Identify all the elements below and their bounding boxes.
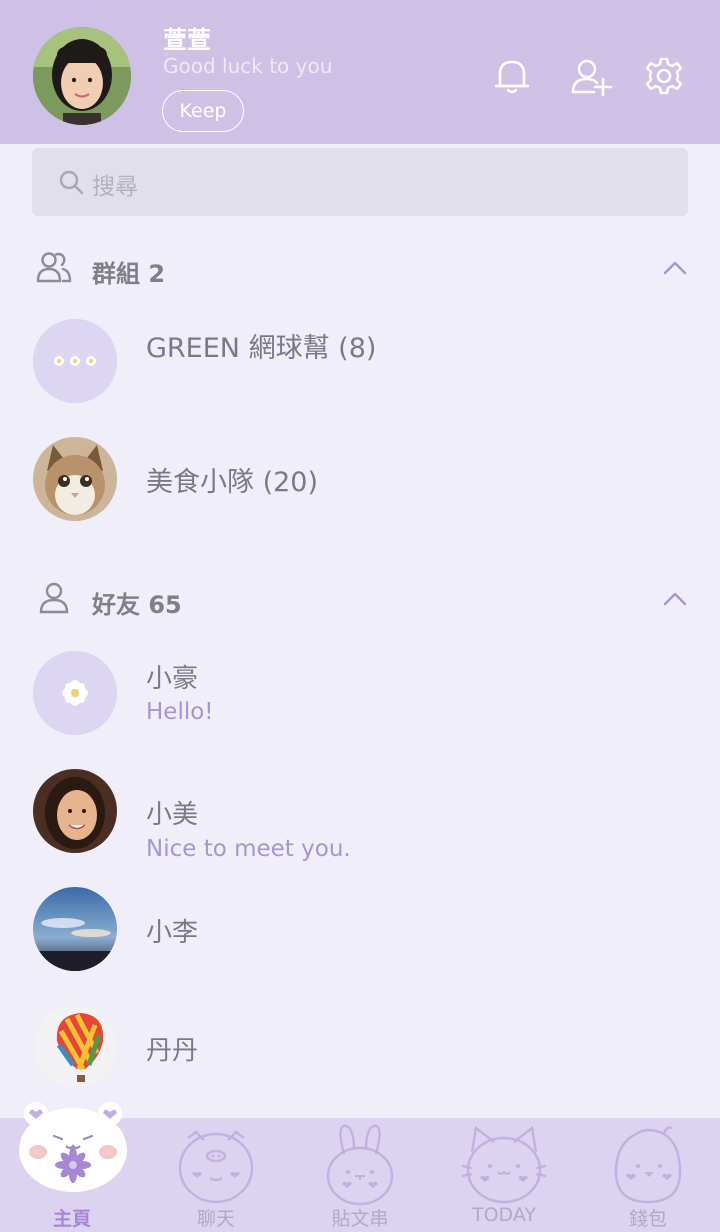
friend-row[interactable]: 小豪 Hello! bbox=[0, 638, 720, 748]
group-name: GREEN 網球幫 (8) bbox=[146, 333, 377, 364]
search-icon bbox=[59, 170, 84, 195]
friend-name: 小李 bbox=[146, 918, 199, 948]
rabbit-icon bbox=[326, 1124, 394, 1206]
profile-header: 萱萱 Good luck to you Keep bbox=[0, 0, 720, 144]
pig-icon bbox=[178, 1130, 254, 1204]
groups-section-label: 群組 2 bbox=[92, 260, 166, 288]
friend-status-message: Nice to meet you. bbox=[146, 836, 351, 862]
friend-flower-avatar bbox=[33, 651, 117, 735]
group-cat-avatar bbox=[33, 437, 117, 521]
tab-timeline[interactable]: 貼文串 bbox=[290, 1118, 430, 1232]
tab-home-label: 主頁 bbox=[52, 1208, 91, 1230]
friend-name: 小豪 bbox=[146, 664, 199, 694]
tab-wallet[interactable]: 錢包 bbox=[578, 1118, 718, 1232]
tab-today-label: TODAY bbox=[472, 1204, 536, 1226]
settings-icon[interactable] bbox=[643, 55, 685, 97]
friend-icon bbox=[39, 582, 69, 614]
friend-name: 丹丹 bbox=[146, 1036, 199, 1066]
bell-icon[interactable] bbox=[491, 55, 533, 97]
keep-button[interactable]: Keep bbox=[162, 90, 244, 132]
friend-name: 小美 bbox=[146, 800, 199, 830]
search-placeholder: 搜尋 bbox=[92, 174, 138, 200]
cat-icon bbox=[461, 1125, 547, 1204]
friend-row[interactable]: 小美 Nice to meet you. bbox=[0, 756, 720, 866]
profile-avatar[interactable] bbox=[33, 27, 131, 125]
add-friend-icon[interactable] bbox=[570, 55, 612, 97]
group-row[interactable]: 美食小隊 (20) bbox=[0, 424, 720, 534]
friend-sky-avatar bbox=[33, 887, 117, 971]
chevron-up-icon[interactable] bbox=[662, 258, 688, 278]
groups-section-header[interactable]: 群組 2 bbox=[36, 250, 688, 290]
bottom-tab-bar: 主頁 聊天 貼文串 TODAY 錢包 bbox=[0, 1102, 720, 1232]
group-name: 美食小隊 (20) bbox=[146, 467, 319, 498]
friends-section-header[interactable]: 好友 65 bbox=[36, 581, 688, 621]
friend-row[interactable]: 丹丹 bbox=[0, 992, 720, 1102]
bear-icon bbox=[19, 1102, 127, 1192]
tab-chat[interactable]: 聊天 bbox=[146, 1118, 286, 1232]
group-row[interactable]: GREEN 網球幫 (8) bbox=[0, 306, 720, 416]
friend-row[interactable]: 小李 bbox=[0, 874, 720, 984]
tab-home[interactable]: 主頁 bbox=[2, 1102, 142, 1232]
friend-status-message: Hello! bbox=[146, 699, 214, 725]
tab-today[interactable]: TODAY bbox=[434, 1118, 574, 1232]
profile-name[interactable]: 萱萱 bbox=[163, 20, 211, 55]
group-icon bbox=[36, 252, 72, 283]
tab-wallet-label: 錢包 bbox=[628, 1208, 667, 1230]
chick-icon bbox=[614, 1126, 682, 1204]
search-bar[interactable]: 搜尋 bbox=[32, 148, 688, 216]
tab-timeline-label: 貼文串 bbox=[331, 1208, 389, 1230]
profile-status-message[interactable]: Good luck to you bbox=[163, 54, 332, 78]
tab-chat-label: 聊天 bbox=[196, 1208, 235, 1230]
group-flowers-avatar bbox=[33, 319, 117, 403]
chevron-up-icon[interactable] bbox=[662, 589, 688, 609]
friend-woman-avatar bbox=[33, 769, 117, 853]
friend-balloon-avatar bbox=[33, 1005, 117, 1089]
friends-section-label: 好友 65 bbox=[92, 591, 182, 619]
